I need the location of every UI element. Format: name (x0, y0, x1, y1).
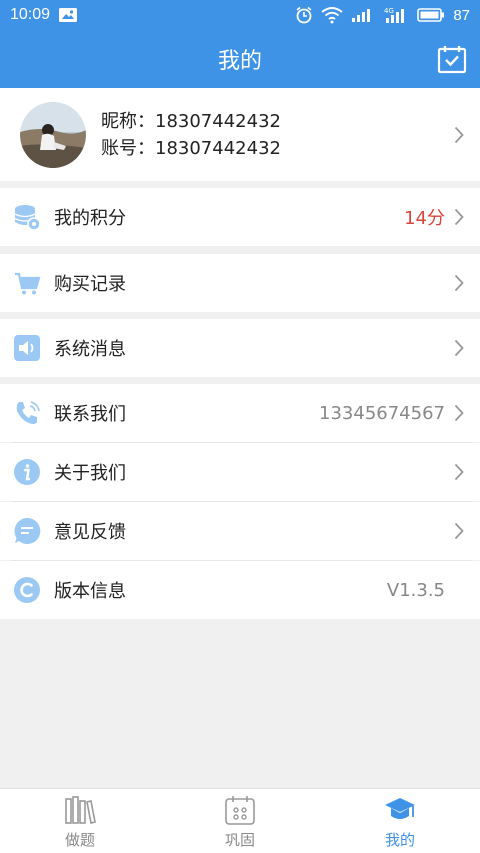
menu-item-about[interactable]: 关于我们 (0, 443, 480, 501)
contact-phone-value: 13345674567 (319, 402, 445, 424)
battery-icon (417, 7, 445, 23)
menu-item-contact[interactable]: 联系我们 13345674567 (0, 384, 480, 442)
nickname-text: 昵称：18307442432 (101, 110, 281, 132)
points-value: 14分 (404, 208, 445, 229)
menu-label-points: 我的积分 (54, 208, 126, 229)
graduation-cap-icon (383, 793, 417, 827)
calendar-icon (223, 793, 257, 827)
status-time: 10:09 (10, 6, 51, 23)
signal-icon (351, 7, 375, 23)
version-c-icon (12, 575, 42, 605)
tab-label: 我的 (384, 831, 415, 849)
menu-item-feedback[interactable]: 意见反馈 (0, 502, 480, 560)
tab-mine[interactable]: 我的 (320, 789, 480, 853)
tab-label: 做题 (64, 831, 95, 849)
menu-label-version: 版本信息 (54, 581, 126, 602)
menu-label-about: 关于我们 (54, 463, 126, 484)
tab-label: 巩固 (224, 831, 255, 849)
alarm-icon (295, 6, 313, 24)
tab-review[interactable]: 巩固 (160, 789, 320, 853)
database-icon (12, 202, 42, 232)
chat-bubble-icon (12, 516, 42, 546)
chevron-right-icon (454, 274, 464, 292)
menu-label-purchases: 购买记录 (54, 274, 126, 295)
menu-label-messages: 系统消息 (54, 339, 126, 360)
bottom-tab-bar: 做题 巩固 我的 (0, 788, 480, 853)
menu-item-purchases[interactable]: 购买记录 (0, 254, 480, 312)
phone-icon (12, 398, 42, 428)
menu-item-version: 版本信息 V1.3.5 (0, 561, 480, 619)
menu-item-points[interactable]: 我的积分 14分 (0, 188, 480, 246)
speaker-icon (12, 333, 42, 363)
info-icon (12, 457, 42, 487)
books-icon (63, 793, 97, 827)
wifi-icon (321, 6, 343, 24)
svg-text:4G: 4G (384, 7, 394, 15)
chevron-right-icon (454, 126, 464, 143)
menu-label-feedback: 意见反馈 (54, 522, 126, 543)
menu-label-contact: 联系我们 (54, 404, 126, 425)
account-text: 账号：18307442432 (101, 137, 281, 159)
version-value: V1.3.5 (386, 579, 445, 601)
chevron-right-icon (454, 404, 464, 422)
checkin-calendar-icon[interactable] (437, 44, 467, 74)
cart-icon (12, 268, 42, 298)
image-notification-icon (58, 7, 78, 23)
chevron-right-icon (454, 463, 464, 481)
chevron-right-icon (454, 208, 464, 226)
menu-item-messages[interactable]: 系统消息 (0, 319, 480, 377)
avatar (20, 101, 86, 168)
chevron-right-icon (454, 522, 464, 540)
status-bar: 10:09 4G 87 (0, 0, 480, 30)
profile-card[interactable]: 昵称：18307442432 账号：18307442432 (0, 88, 480, 181)
signal-4g-icon: 4G (383, 6, 409, 24)
battery-level: 87 (453, 6, 470, 24)
header-bar: 我的 (0, 30, 480, 88)
page-title: 我的 (217, 49, 262, 74)
tab-practice[interactable]: 做题 (0, 789, 160, 853)
chevron-right-icon (454, 339, 464, 357)
